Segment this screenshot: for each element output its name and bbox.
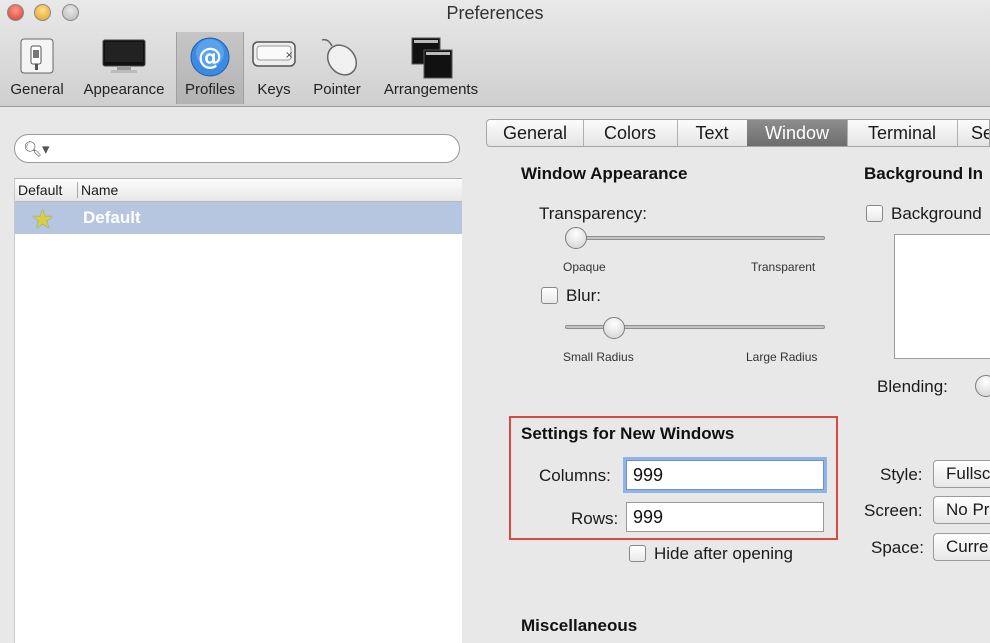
- profile-search-input[interactable]: [55, 138, 449, 160]
- toolbar-keys[interactable]: × Keys: [248, 32, 300, 104]
- transparency-max-label: Transparent: [751, 260, 816, 274]
- toolbar-arrangements-label: Arrangements: [383, 81, 479, 98]
- background-image-heading: Background In: [864, 164, 984, 183]
- blur-label: Blur:: [566, 286, 601, 305]
- toolbar-pointer[interactable]: Pointer: [306, 32, 368, 104]
- tab-window[interactable]: Window: [747, 120, 848, 146]
- svg-text:@: @: [198, 43, 222, 71]
- toolbar-general[interactable]: General: [4, 32, 70, 104]
- miscellaneous-heading: Miscellaneous: [521, 616, 638, 635]
- svg-text:×: ×: [285, 50, 293, 61]
- hide-after-opening-label: Hide after opening: [654, 544, 793, 563]
- profile-name: Default: [83, 208, 141, 227]
- window-appearance-heading: Window Appearance: [521, 164, 688, 183]
- rows-input[interactable]: [626, 502, 824, 532]
- toolbar-appearance[interactable]: Appearance: [80, 32, 168, 104]
- rows-label: Rows:: [571, 509, 619, 528]
- switch-icon: [17, 36, 57, 81]
- toolbar-profiles-label: Profiles: [184, 81, 236, 98]
- toolbar-pointer-label: Pointer: [313, 81, 361, 98]
- window-title: Preferences: [446, 3, 544, 23]
- space-popup[interactable]: Curre: [933, 533, 990, 561]
- columns-input[interactable]: [626, 460, 824, 490]
- monitor-icon: [101, 36, 147, 81]
- column-header-default[interactable]: Default: [18, 182, 62, 198]
- toolbar-general-label: General: [10, 81, 64, 98]
- blur-max-label: Large Radius: [746, 350, 818, 364]
- profile-settings-tabs: General Colors Text Window Terminal Se: [486, 119, 990, 147]
- blur-min-label: Small Radius: [563, 350, 634, 364]
- at-sign-icon: @: [189, 36, 231, 83]
- transparency-slider-track[interactable]: [565, 236, 825, 240]
- space-label: Space:: [871, 538, 924, 557]
- tab-text[interactable]: Text: [677, 120, 748, 146]
- blur-slider-knob[interactable]: [603, 317, 626, 339]
- toolbar-profiles[interactable]: @ Profiles: [176, 32, 244, 104]
- windows-stack-icon: [408, 36, 454, 85]
- background-image-checkbox[interactable]: [866, 205, 883, 222]
- tab-session[interactable]: Se: [957, 120, 989, 146]
- profile-list-header: Default Name: [15, 179, 462, 202]
- star-icon[interactable]: ★: [31, 204, 54, 235]
- profile-search-field[interactable]: 🔍︎▾: [14, 134, 460, 163]
- style-label: Style:: [880, 465, 923, 484]
- screen-popup[interactable]: No Pr: [933, 496, 990, 524]
- transparency-label: Transparency:: [539, 204, 648, 223]
- screen-label: Screen:: [864, 501, 923, 520]
- blending-label: Blending:: [877, 377, 948, 396]
- background-image-well[interactable]: [894, 234, 990, 359]
- transparency-min-label: Opaque: [563, 260, 606, 274]
- tab-general[interactable]: General: [487, 120, 584, 146]
- mouse-icon: [314, 36, 360, 83]
- search-icon: 🔍︎▾: [23, 141, 50, 158]
- tab-colors[interactable]: Colors: [583, 120, 678, 146]
- transparency-slider-knob[interactable]: [565, 227, 587, 249]
- toolbar-keys-label: Keys: [257, 81, 291, 98]
- hide-after-opening-checkbox[interactable]: [629, 545, 646, 562]
- column-header-name[interactable]: Name: [77, 182, 118, 198]
- toolbar-arrangements[interactable]: Arrangements: [378, 32, 484, 104]
- style-popup[interactable]: Fullsc: [933, 460, 990, 488]
- tab-terminal[interactable]: Terminal: [847, 120, 958, 146]
- blur-checkbox[interactable]: [541, 287, 558, 304]
- blending-slider-knob[interactable]: [975, 375, 990, 397]
- toolbar-appearance-label: Appearance: [83, 81, 165, 98]
- new-windows-heading: Settings for New Windows: [521, 424, 735, 443]
- profile-row[interactable]: ★ Default: [15, 202, 462, 234]
- background-image-label: Background: [891, 204, 982, 223]
- keyboard-key-icon: ×: [251, 36, 297, 77]
- window-titlebar: Preferences General Appearance @ Profile…: [0, 0, 990, 107]
- profile-list[interactable]: Default Name ★ Default: [14, 178, 462, 643]
- columns-label: Columns:: [539, 466, 611, 485]
